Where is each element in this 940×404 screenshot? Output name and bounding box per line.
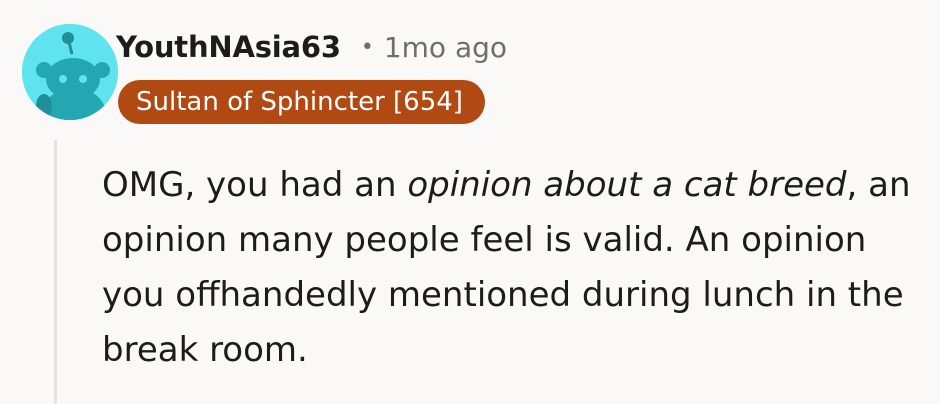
user-avatar[interactable]	[22, 24, 118, 120]
comment-header: YouthNAsia63 • 1mo ago	[116, 24, 507, 70]
user-flair-badge: Sultan of Sphincter [654]	[118, 80, 485, 124]
snoo-avatar-icon	[22, 24, 118, 120]
comment-text-start: OMG, you had an	[102, 165, 408, 205]
separator-dot: •	[360, 34, 374, 60]
thread-collapse-line[interactable]	[54, 140, 57, 404]
comment-body: OMG, you had an opinion about a cat bree…	[102, 158, 932, 378]
comment-text-emphasis: opinion about a cat breed	[407, 165, 847, 205]
username-link[interactable]: YouthNAsia63	[116, 30, 341, 64]
timestamp-link[interactable]: 1mo ago	[384, 31, 507, 64]
